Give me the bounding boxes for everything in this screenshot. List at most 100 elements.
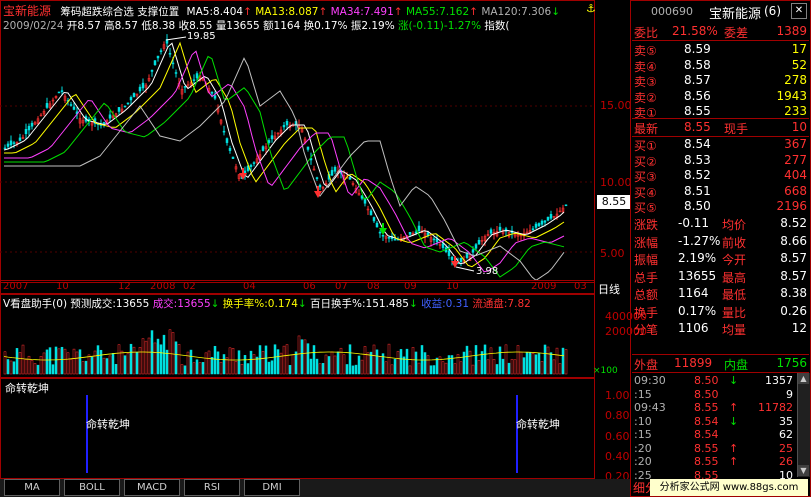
candle-body: [3, 147, 7, 150]
volume-bar: [528, 352, 532, 375]
volume-bar: [168, 329, 172, 375]
volume-bar: [120, 350, 124, 375]
volume-bar: [414, 351, 418, 375]
tick-price: 8.54: [694, 428, 719, 441]
volume-bar: [9, 360, 13, 375]
candle-body: [564, 204, 568, 207]
candle-body: [285, 120, 289, 126]
moving-average-line: [4, 41, 565, 268]
stat-row: 振幅 2.19% 今开 8.57: [632, 250, 809, 267]
candle-body: [6, 143, 10, 147]
candle-body: [45, 103, 49, 108]
volume-title: V看盘助手(0) 预测成交:13655: [3, 298, 150, 310]
buy-row[interactable]: 买④ 8.51 668: [632, 183, 809, 200]
period-label[interactable]: 日线: [598, 281, 620, 297]
candle-body: [261, 146, 265, 151]
candle-body: [30, 122, 34, 127]
volume-bar: [90, 356, 94, 375]
tick-price: 8.50: [694, 387, 719, 401]
tick-scrollbar[interactable]: [797, 373, 810, 477]
tab-rsi[interactable]: RSI: [184, 479, 240, 496]
high-price-annotation: 19.85: [187, 31, 216, 42]
volume-bar: [96, 345, 100, 375]
waipan-row: 外盘 11899 内盘 1756: [632, 354, 809, 373]
candle-body: [378, 231, 382, 234]
tick-price: 8.55: [694, 455, 719, 468]
volume-bar: [417, 362, 421, 375]
price-axis-label: 5.00: [600, 247, 625, 260]
volume-bar: [522, 357, 526, 375]
candlestick-chart[interactable]: [0, 30, 595, 280]
volume-bar: [435, 357, 439, 375]
high-pointer-line: [165, 36, 187, 41]
tab-ma[interactable]: MA: [4, 479, 60, 496]
volume-bar: [510, 358, 514, 375]
volume-bar: [297, 335, 301, 375]
ma55-value: MA55:7.162: [405, 6, 470, 18]
sell-price: 8.59: [684, 42, 711, 56]
waipan-label: 外盘: [634, 358, 659, 372]
sell-row[interactable]: 卖⑤ 8.59 17: [632, 41, 809, 58]
tab-macd[interactable]: MACD: [124, 479, 180, 496]
buy-row[interactable]: 买② 8.53 277: [632, 152, 809, 169]
sell-price: 8.58: [684, 57, 711, 72]
volume-bar: [432, 365, 436, 375]
tick-price: 8.50: [694, 374, 719, 387]
sell-volume: 233: [784, 104, 807, 118]
buy-row[interactable]: 买⑤ 8.50 2196: [632, 198, 809, 215]
tick-price: 8.54: [694, 414, 719, 428]
candle-body: [156, 55, 160, 59]
volume-liutong: 流通盘:7.82: [472, 298, 531, 310]
volume-bar: [3, 351, 7, 375]
candle-body: [315, 177, 319, 179]
tick-volume: 62: [779, 428, 793, 441]
candle-body: [540, 220, 544, 225]
candle-body: [138, 86, 142, 92]
candle-body: [249, 164, 253, 167]
volume-bar: [498, 346, 502, 375]
volume-bar: [12, 361, 16, 375]
stat-label: 总额: [634, 288, 659, 302]
stat-value: 1164: [678, 286, 709, 300]
scroll-down-icon[interactable]: ▼: [798, 465, 809, 476]
sell-row[interactable]: 卖② 8.56 1943: [632, 88, 809, 105]
buy-row[interactable]: 买③ 8.52 404: [632, 167, 809, 184]
volume-bar: [231, 348, 235, 375]
anchor-icon[interactable]: ⚓: [586, 2, 596, 15]
buy-row[interactable]: 买① 8.54 367: [632, 136, 809, 153]
volume-chart[interactable]: [0, 310, 595, 376]
candle-body: [549, 214, 553, 219]
candle-body: [60, 90, 64, 92]
latest-price: 8.55: [684, 120, 711, 134]
volume-bar: [117, 344, 121, 375]
candle-body: [27, 125, 31, 131]
volume-bar: [69, 359, 73, 375]
tab-boll[interactable]: BOLL: [64, 479, 120, 496]
sell-price: 8.56: [684, 88, 711, 103]
tick-direction-icon: ↑: [729, 455, 739, 468]
tab-dmi[interactable]: DMI: [244, 479, 300, 496]
volume-bar: [198, 362, 202, 375]
volume-bar: [489, 347, 493, 375]
scroll-up-icon[interactable]: ▲: [798, 373, 809, 384]
tick-time: :20: [634, 455, 652, 468]
volume-bar: [189, 349, 193, 375]
ma120-arrow-icon: ↓: [551, 6, 561, 18]
volume-bar: [459, 361, 463, 375]
sell-price: 8.57: [684, 73, 711, 87]
candle-body: [546, 216, 550, 221]
volume-bar: [39, 356, 43, 375]
stat-label: 分笔: [634, 323, 659, 337]
stat-value: 13655: [678, 268, 717, 283]
ma55-arrow-icon: ↑: [469, 6, 478, 18]
candle-body: [159, 50, 163, 52]
volume-bar: [444, 362, 448, 375]
close-icon[interactable]: ✕: [791, 3, 807, 19]
sell-row[interactable]: 卖③ 8.57 278: [632, 72, 809, 89]
volume-bar: [525, 352, 529, 375]
sell-row[interactable]: 卖④ 8.58 52: [632, 57, 809, 74]
volume-bar: [159, 344, 163, 375]
tick-time: :15: [634, 428, 652, 441]
volume-bar: [318, 363, 322, 375]
candle-body: [534, 223, 538, 228]
